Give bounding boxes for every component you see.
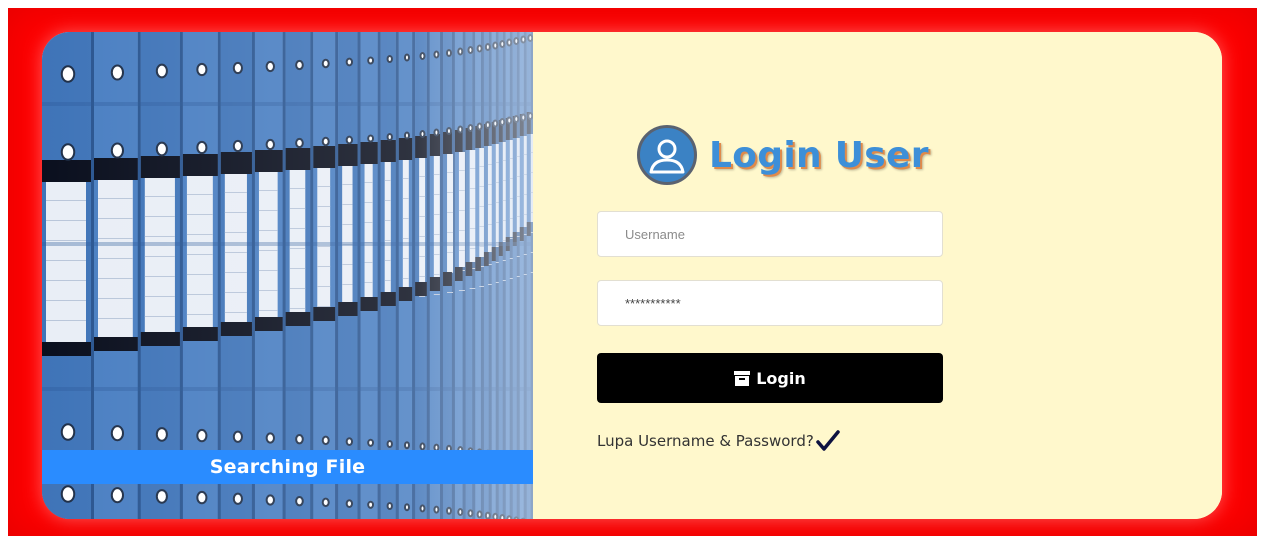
forgot-credentials-label: Lupa Username & Password? [597, 432, 814, 450]
user-circle-icon [637, 125, 697, 185]
binders-illustration [42, 32, 533, 519]
login-card: Searching File Login User Login [42, 32, 1222, 519]
archive-box-icon [734, 370, 751, 386]
login-heading: Login User [637, 122, 929, 188]
login-button[interactable]: Login [597, 353, 943, 403]
hero-banner: Searching File [42, 450, 533, 484]
filing-cabinet-image: Searching File [42, 32, 533, 519]
username-input[interactable] [597, 211, 943, 257]
login-form-panel: Login User Login Lupa Username & Passwor… [533, 32, 1222, 519]
page-title: Login User [709, 134, 929, 176]
check-icon [816, 430, 840, 452]
password-input[interactable] [597, 280, 943, 326]
login-button-label: Login [756, 368, 806, 388]
forgot-credentials-link[interactable]: Lupa Username & Password? [597, 430, 840, 452]
